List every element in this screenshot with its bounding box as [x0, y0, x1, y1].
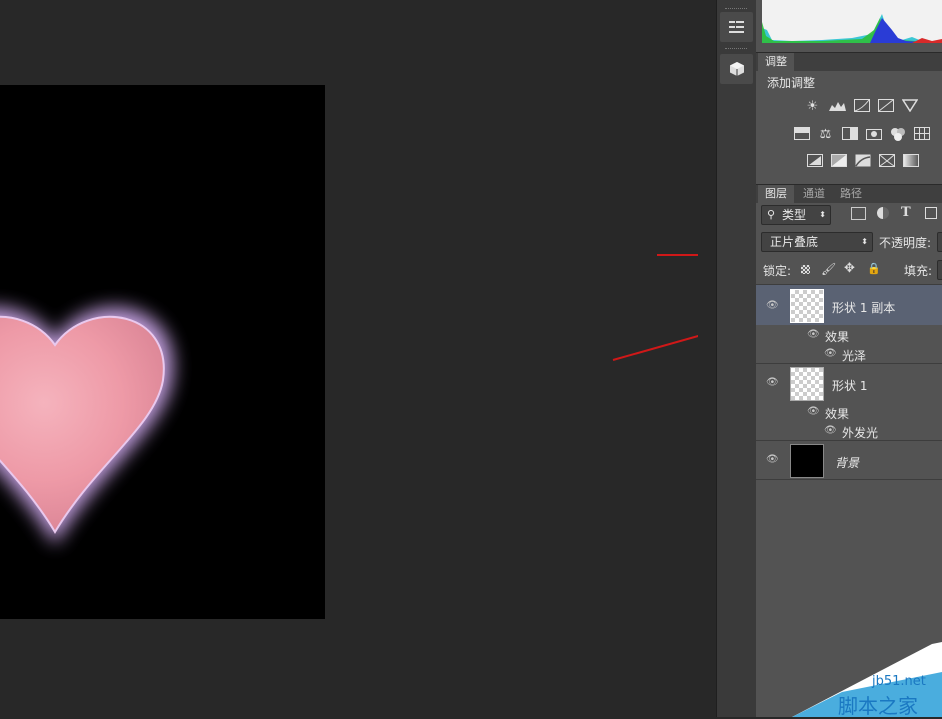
filter-kind-value: 类型 [782, 208, 807, 222]
add-adjustment-label: 添加调整 [767, 76, 816, 90]
fill-label: 填充: [904, 264, 933, 278]
lock-pixels-icon[interactable]: 🖌 [821, 262, 836, 276]
layer-row[interactable]: 👁 背景 [756, 441, 942, 479]
lock-all-icon[interactable]: 🔒 [867, 262, 881, 275]
visibility-eye-icon[interactable]: 👁 [766, 300, 779, 312]
histogram [762, 0, 942, 43]
watermark-site: jb51.net [872, 674, 926, 689]
layer-thumbnail [790, 444, 824, 478]
gradient-map-icon[interactable] [902, 154, 919, 169]
tab-channels[interactable]: 通道 [796, 185, 832, 203]
layer-thumbnail [790, 289, 824, 323]
blend-mode-value: 正片叠底 [770, 235, 819, 249]
blend-mode-select[interactable]: 正片叠底 ⬍ [761, 232, 873, 252]
visibility-eye-icon[interactable]: 👁 [766, 454, 779, 466]
lock-label: 锁定: [763, 264, 792, 278]
layers-tabbar: 图层 通道 路径 [756, 184, 942, 203]
threshold-icon[interactable] [854, 154, 871, 169]
opacity-label: 不透明度: [879, 236, 932, 250]
selective-color-icon[interactable] [878, 154, 895, 169]
effects-label: 效果 [825, 330, 850, 344]
levels-icon[interactable] [829, 99, 846, 114]
hue-saturation-icon[interactable] [793, 127, 810, 142]
dropdown-arrows-icon: ⬍ [861, 237, 868, 246]
curves-icon[interactable] [853, 99, 870, 114]
visibility-eye-icon[interactable]: 👁 [824, 425, 837, 437]
layer-name[interactable]: 形状 1 [832, 377, 867, 394]
posterize-icon[interactable] [830, 154, 847, 169]
channel-mixer-icon[interactable] [889, 127, 906, 142]
lock-transparent-icon[interactable] [801, 265, 810, 274]
adjustments-tabbar: 调整 [756, 52, 942, 71]
vibrance-icon[interactable] [901, 99, 918, 114]
filter-kind-select[interactable]: ⚲ 类型 ⬍ [761, 205, 831, 225]
black-white-icon[interactable] [841, 127, 858, 142]
document-canvas[interactable] [0, 85, 325, 619]
layer-effects-group: 👁 效果 👁 光泽 [756, 325, 942, 363]
tab-adjustments[interactable]: 调整 [758, 53, 794, 71]
effect-name[interactable]: 光泽 [842, 347, 866, 364]
panel-gutter [698, 0, 716, 717]
invert-icon[interactable] [806, 154, 823, 169]
exposure-icon[interactable] [877, 99, 894, 114]
strip-grip[interactable] [725, 8, 747, 11]
shape-filter-icon[interactable] [925, 207, 937, 219]
layer-name[interactable]: 背景 [835, 454, 859, 471]
watermark-brand: 脚本之家 [838, 694, 918, 718]
tab-layers[interactable]: 图层 [758, 185, 794, 203]
brightness-icon[interactable]: ☀ [804, 99, 821, 114]
fill-input[interactable] [937, 260, 942, 280]
layer-name[interactable]: 形状 1 副本 [832, 299, 895, 316]
strip-grip[interactable] [725, 48, 747, 51]
effect-name[interactable]: 外发光 [842, 424, 878, 441]
type-filter-icon[interactable]: T [901, 205, 911, 220]
layer-row[interactable]: 👁 形状 1 [756, 364, 942, 402]
visibility-eye-icon[interactable]: 👁 [807, 406, 820, 418]
effects-label: 效果 [825, 407, 850, 421]
layer-thumbnail [790, 367, 824, 401]
visibility-eye-icon[interactable]: 👁 [807, 329, 820, 341]
heart-shape [0, 307, 174, 545]
visibility-eye-icon[interactable]: 👁 [824, 348, 837, 360]
watermark: jb51.net 脚本之家 [792, 642, 942, 718]
3d-panel-icon[interactable] [720, 54, 753, 84]
divider [756, 479, 942, 480]
color-lookup-icon[interactable] [913, 127, 930, 142]
visibility-eye-icon[interactable]: 👁 [766, 377, 779, 389]
layer-effects-group: 👁 效果 👁 外发光 [756, 402, 942, 440]
pixel-filter-icon[interactable] [851, 207, 866, 220]
opacity-input[interactable] [937, 232, 942, 252]
adjustment-filter-icon[interactable] [877, 207, 889, 219]
lock-position-icon[interactable]: ✥ [844, 261, 855, 276]
color-balance-icon[interactable]: ⚖ [817, 127, 834, 142]
collapsed-panel-strip [716, 0, 758, 717]
properties-panel-icon[interactable] [720, 12, 753, 42]
dropdown-arrows-icon: ⬍ [819, 210, 826, 219]
photo-filter-icon[interactable] [865, 127, 882, 142]
search-icon: ⚲ [767, 208, 776, 221]
tab-paths[interactable]: 路径 [833, 185, 869, 203]
layer-row[interactable]: 👁 形状 1 副本 [756, 285, 942, 325]
